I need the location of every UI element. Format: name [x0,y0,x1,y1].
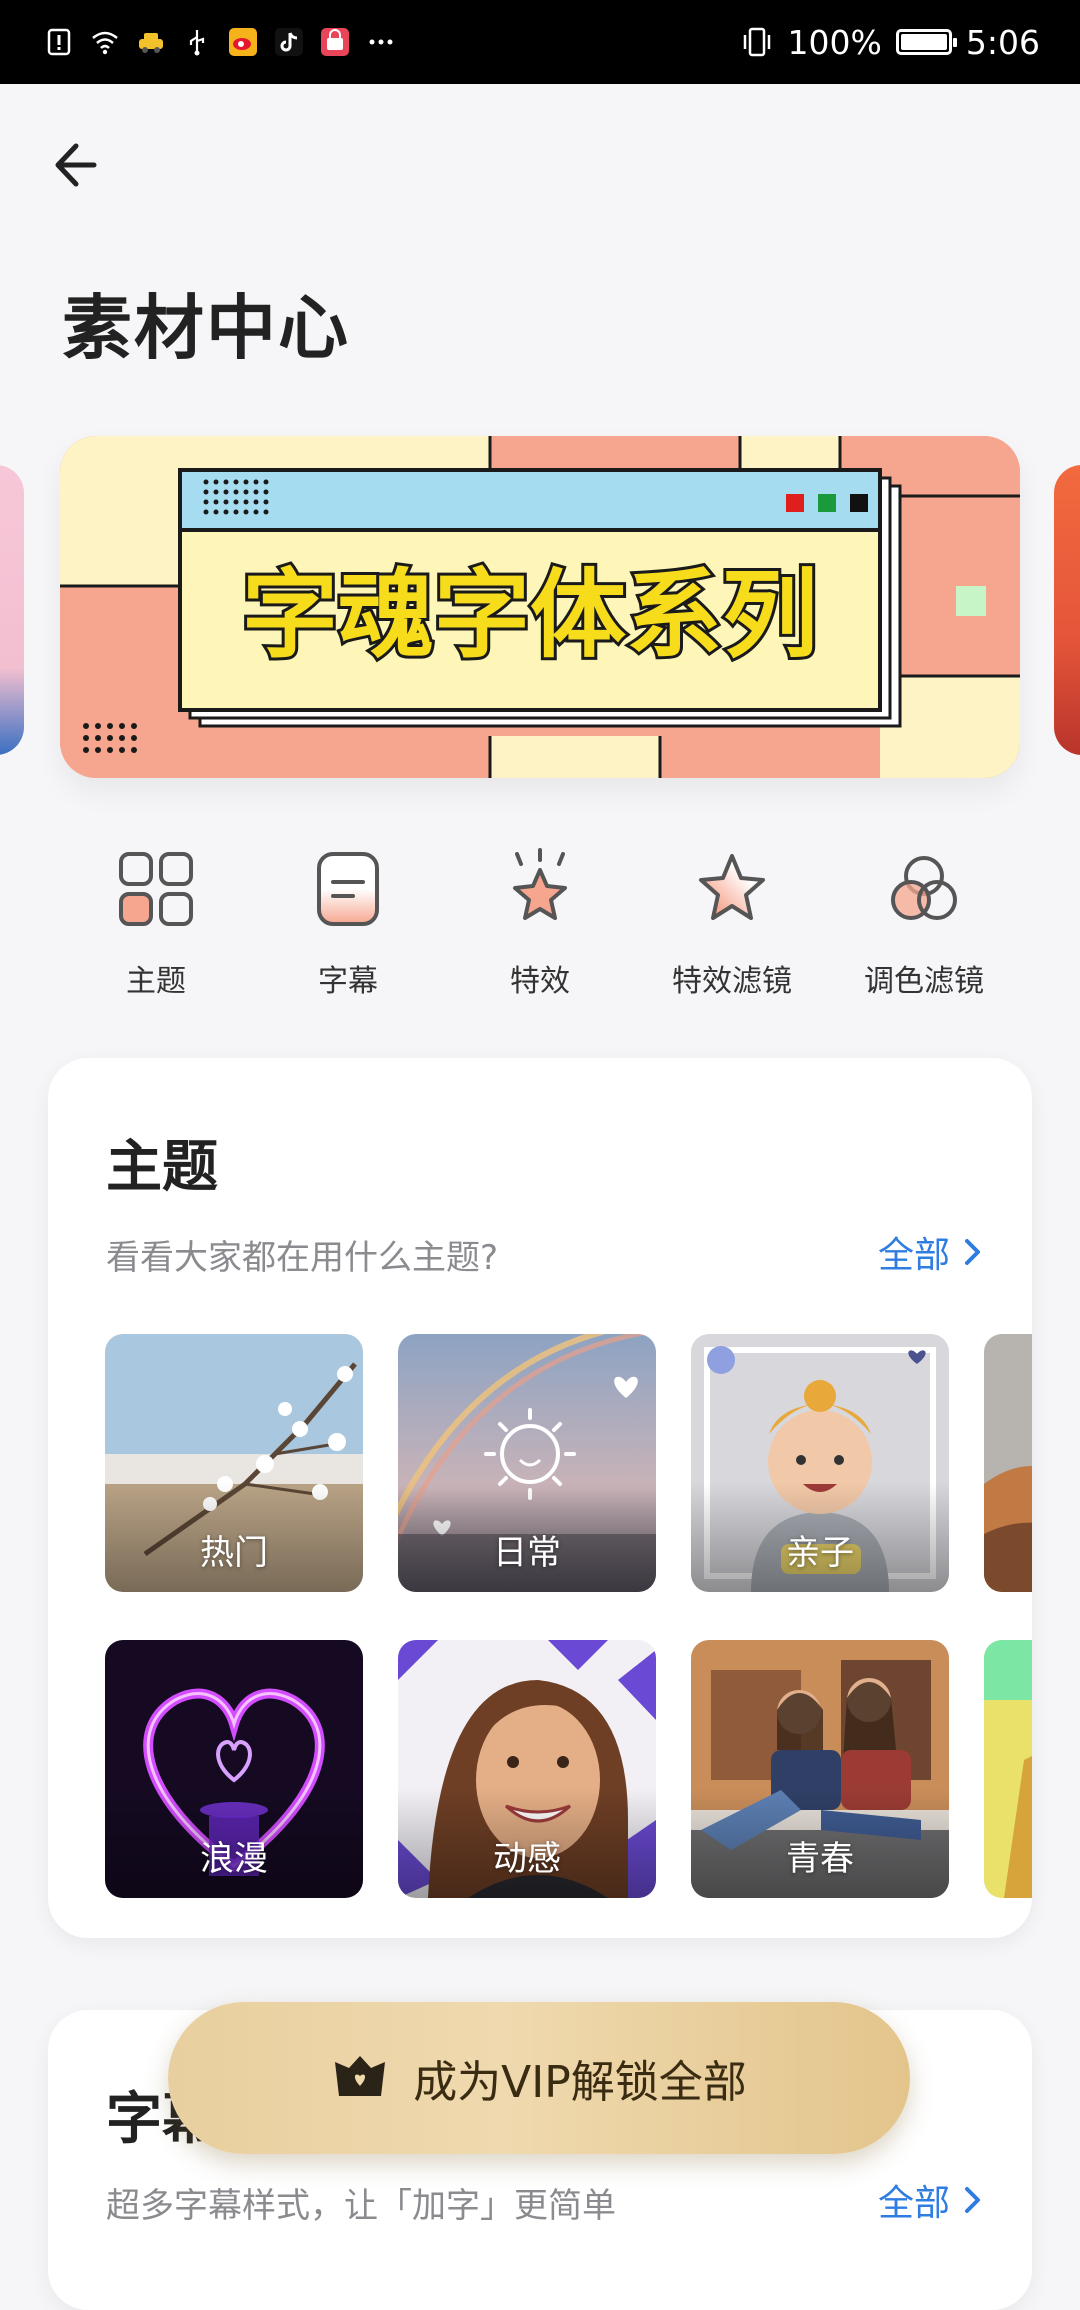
chevron-right-icon [965,1239,980,1265]
tile-label: 日常 [493,1533,561,1573]
shop-icon [321,28,349,56]
more-dots-icon [369,39,393,45]
category-label: 字幕 [318,964,378,999]
section-description: 超多字幕样式，让「加字」更简单 [106,2186,616,2226]
theme-section-card: 主题 看看大家都在用什么主题? 全部 热门 日常 亲子 浪漫 动感 青春 [48,1058,1032,1938]
section-description: 看看大家都在用什么主题? [106,1238,499,1278]
category-label: 调色滤镜 [864,964,984,999]
status-time: 5:06 [965,22,1040,62]
usb-icon [189,30,205,56]
category-label: 主题 [126,964,186,999]
section-title: 主题 [106,1135,218,1200]
category-subtitle[interactable]: 字幕 [252,848,444,1008]
category-effects[interactable]: 特效 [444,848,636,1008]
category-theme[interactable]: 主题 [60,848,252,1008]
tile-label: 动感 [493,1839,561,1879]
tiktok-icon [275,28,303,56]
status-bar: 100% 5:06 [0,0,1080,84]
crown-icon [335,2056,386,2096]
more-label: 全部 [877,1235,950,1276]
status-bar-left-icons [44,20,396,64]
color-circles-icon [891,856,957,920]
alert-icon [47,28,71,56]
banner-peek-previous[interactable] [0,465,24,755]
colorful-image [984,1640,1032,1898]
tile-label: 热门 [200,1533,268,1573]
theme-more-link[interactable]: 全部 [878,1226,984,1278]
banner-title: 字魂字体系列 [242,559,818,671]
category-row: 主题 字幕 特效 特效滤镜 调色滤镜 [60,848,1020,1008]
category-label: 特效 [510,964,570,999]
banner-artwork: 字魂字体系列 [60,436,1020,778]
taxi-icon [139,33,163,53]
desert-image [984,1334,1032,1592]
theme-tile-romance[interactable]: 浪漫 [105,1640,363,1898]
vip-label: 成为VIP解锁全部 [413,2057,747,2108]
theme-tile-dynamic[interactable]: 动感 [398,1640,656,1898]
subtitle-more-link[interactable]: 全部 [878,2174,984,2226]
wifi-icon [92,31,118,55]
category-color-filters[interactable]: 调色滤镜 [828,848,1020,1008]
vibrate-icon [743,27,770,57]
star-filter-icon [699,854,765,920]
theme-tile-daily[interactable]: 日常 [398,1334,656,1592]
battery-icon [895,29,957,55]
theme-tile-family[interactable]: 亲子 [691,1334,949,1592]
theme-tile-peek[interactable] [984,1640,1032,1898]
page-title: 素材中心 [62,287,350,369]
theme-tile-peek[interactable] [984,1334,1032,1592]
status-bar-right: 100% 5:06 [740,18,1040,66]
chevron-right-icon [965,2187,980,2213]
grid-icon [119,852,193,926]
more-label: 全部 [877,2183,950,2224]
category-label: 特效滤镜 [672,964,792,999]
subtitle-icon [317,852,379,926]
tile-label: 浪漫 [200,1839,268,1879]
category-effect-filters[interactable]: 特效滤镜 [636,848,828,1008]
vip-unlock-button[interactable]: 成为VIP解锁全部 [168,2002,910,2154]
sparkle-star-icon [513,848,567,920]
banner-carousel-item[interactable]: 字魂字体系列 [60,436,1020,778]
back-arrow-icon[interactable] [44,130,114,200]
tile-label: 青春 [786,1839,854,1879]
tile-label: 亲子 [786,1533,854,1573]
banner-peek-next[interactable] [1054,465,1080,755]
battery-percent: 100% [787,22,882,62]
theme-tile-youth[interactable]: 青春 [691,1640,949,1898]
theme-tile-hot[interactable]: 热门 [105,1334,363,1592]
weibo-icon [229,28,257,56]
